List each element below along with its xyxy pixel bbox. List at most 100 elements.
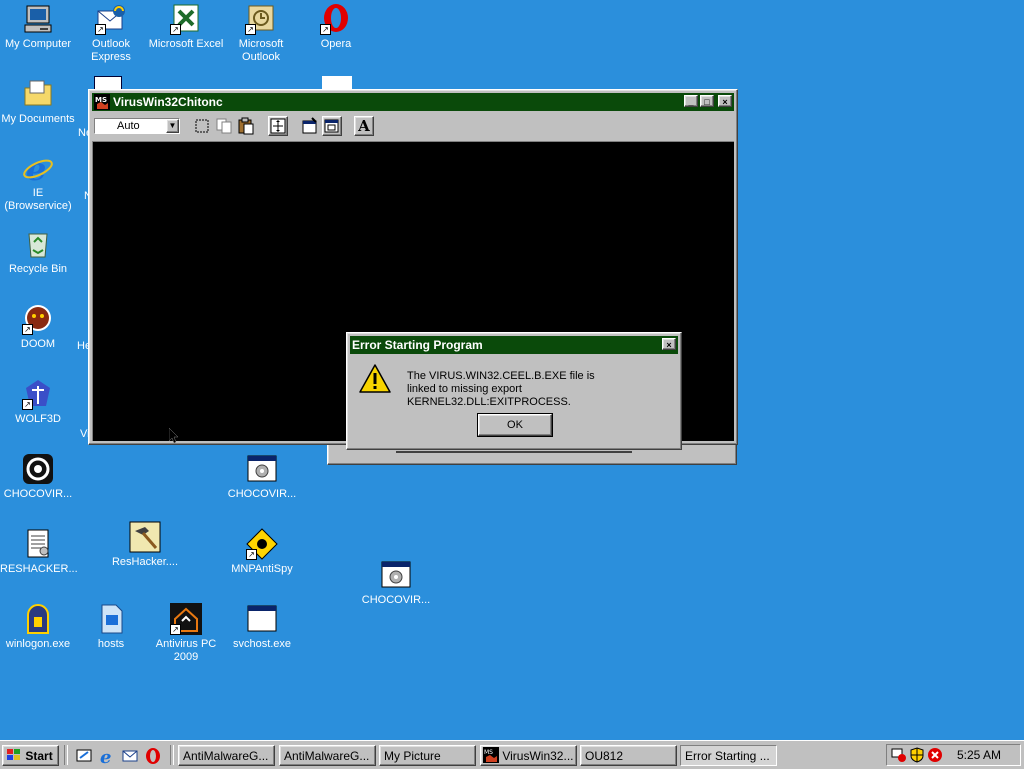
task-button-active[interactable]: Error Starting ...: [680, 745, 777, 766]
desktop-icon-doom[interactable]: ↗ DOOM: [0, 303, 76, 351]
desktop-icon-recycle-bin[interactable]: Recycle Bin: [0, 228, 76, 276]
copy-button[interactable]: [214, 116, 234, 136]
recycle-bin-icon: [22, 228, 54, 260]
paste-button[interactable]: [236, 116, 256, 136]
clock[interactable]: 5:25 AM: [957, 748, 1001, 762]
desktop-icon-label: Antivirus PC 2009: [155, 638, 217, 663]
properties-button[interactable]: [300, 116, 320, 136]
quicklaunch-outlook[interactable]: [121, 747, 139, 765]
task-label: My Picture: [384, 749, 441, 763]
desktop-icon-label: CHOCOVIR...: [361, 594, 431, 606]
tray-alert-icon[interactable]: [927, 747, 943, 763]
desktop-icon-chocovir-1[interactable]: CHOCOVIR...: [0, 453, 76, 501]
desktop-icon-antivirus-pc-2009[interactable]: ↗ Antivirus PC 2009: [148, 603, 224, 664]
close-icon: ×: [666, 340, 672, 350]
mark-button[interactable]: [192, 116, 212, 136]
taskbar: Start e AntiMalwareG... AntiMalwareG... …: [0, 740, 1024, 769]
task-button[interactable]: My Picture: [379, 745, 476, 766]
desktop-icon-label: Microsoft Outlook: [238, 38, 284, 63]
quicklaunch-opera[interactable]: [144, 747, 162, 765]
error-dialog[interactable]: Error Starting Program × The VIRUS.WIN32…: [346, 332, 682, 450]
opera-icon: [146, 748, 160, 764]
mouse-cursor-icon: [168, 427, 179, 444]
desktop-icon-label: My Computer: [4, 38, 72, 50]
desktop-icon-my-documents[interactable]: My Documents: [0, 78, 76, 126]
copy-icon: [216, 118, 232, 134]
tray-network-icon[interactable]: [891, 747, 907, 763]
folder-icon: [22, 78, 54, 110]
file-icon: [95, 603, 127, 635]
desktop-icon-mnpantispy[interactable]: ↗ MNPAntiSpy: [224, 528, 300, 576]
minimize-button[interactable]: _: [684, 95, 698, 107]
desktop-icon-reshacker-1[interactable]: RESHACKER...: [0, 528, 78, 576]
task-label: VirusWin32...: [502, 749, 574, 763]
shortcut-arrow-icon: ↗: [170, 24, 181, 35]
dialog-close-button[interactable]: ×: [662, 338, 676, 350]
task-label: Error Starting ...: [685, 749, 770, 763]
desktop-icon-label: Outlook Express: [91, 38, 131, 63]
shortcut-arrow-icon: ↗: [22, 324, 33, 335]
desktop-icon-wolf3d[interactable]: ↗ WOLF3D: [0, 378, 76, 426]
error-message-line1: The VIRUS.WIN32.CEEL.B.EXE file is: [407, 370, 595, 382]
task-button[interactable]: OU812: [580, 745, 677, 766]
opera-icon: ↗: [320, 3, 352, 35]
ms-dos-icon: MS: [483, 747, 499, 763]
desktop-icon-label: CHOCOVIR...: [3, 488, 73, 500]
svg-text:MS: MS: [484, 749, 493, 756]
mnpantispy-icon: ↗: [246, 528, 278, 560]
desktop-icon-chocovir-3[interactable]: CHOCOVIR...: [358, 559, 434, 607]
ms-dos-icon[interactable]: MS: [94, 94, 110, 110]
desktop-icon-microsoft-excel[interactable]: ↗ Microsoft Excel: [148, 3, 224, 51]
start-button[interactable]: Start: [2, 745, 59, 766]
tray-shield-icon[interactable]: [909, 747, 925, 763]
fullscreen-button[interactable]: [268, 116, 288, 136]
minimize-icon: _: [688, 97, 694, 107]
task-label: AntiMalwareG...: [183, 749, 269, 763]
desktop-icon-label: IE (Browservice): [4, 187, 72, 212]
desktop-icon-microsoft-outlook[interactable]: ↗ Microsoft Outlook: [223, 3, 299, 64]
font-size-select[interactable]: Auto ▼: [94, 118, 180, 134]
windows-logo-icon: [7, 749, 20, 760]
desktop-icon-label: RESHACKER...: [0, 563, 78, 575]
background-window-edge: [396, 451, 632, 453]
warning-icon: [359, 363, 391, 395]
error-dialog-titlebar[interactable]: Error Starting Program ×: [350, 336, 678, 354]
shortcut-arrow-icon: ↗: [246, 549, 257, 560]
outlook-express-icon: ↗: [95, 3, 127, 35]
desktop-icon-outlook-express[interactable]: ↗ Outlook Express: [73, 3, 149, 64]
desktop-icon-opera[interactable]: ↗ Opera: [298, 3, 374, 51]
task-button[interactable]: MS VirusWin32...: [480, 745, 577, 766]
wolf3d-icon: ↗: [22, 378, 54, 410]
chevron-down-icon[interactable]: ▼: [166, 119, 179, 133]
excel-icon: ↗: [170, 3, 202, 35]
font-button[interactable]: A: [354, 116, 374, 136]
ie-icon: e: [22, 150, 54, 188]
close-button[interactable]: ×: [718, 95, 732, 107]
desktop-icon-ie[interactable]: e IE (Browservice): [0, 150, 76, 213]
text-file-icon: [22, 528, 54, 560]
desktop-icon-my-computer[interactable]: My Computer: [0, 3, 76, 51]
task-label: OU812: [585, 749, 624, 763]
desktop-icon-hosts[interactable]: hosts: [73, 603, 149, 651]
desktop-icon-winlogon[interactable]: winlogon.exe: [0, 603, 76, 651]
background-button[interactable]: [322, 116, 342, 136]
desktop-icon-chocovir-2[interactable]: CHOCOVIR...: [224, 453, 300, 501]
maximize-button[interactable]: □: [700, 95, 714, 107]
outlook-icon: [122, 750, 138, 762]
ok-button[interactable]: OK: [477, 413, 553, 437]
task-button[interactable]: AntiMalwareG...: [279, 745, 376, 766]
task-button[interactable]: AntiMalwareG...: [178, 745, 275, 766]
maximize-icon: □: [704, 97, 710, 107]
console-title: VirusWin32Chitonc: [113, 95, 223, 109]
console-titlebar[interactable]: MS VirusWin32Chitonc _ □ ×: [92, 93, 734, 111]
error-message-line2: linked to missing export KERNEL32.DLL:EX…: [407, 383, 571, 408]
taskbar-divider: [64, 745, 68, 765]
desktop-icon-reshacker-2[interactable]: ResHacker....: [107, 521, 183, 569]
shortcut-arrow-icon: ↗: [22, 399, 33, 410]
desktop-icon-svchost[interactable]: svchost.exe: [224, 603, 300, 651]
quicklaunch-ie[interactable]: e: [98, 747, 116, 768]
blank-window-icon: [246, 603, 278, 635]
ok-button-face[interactable]: OK: [478, 414, 552, 436]
desktop-icon-label: winlogon.exe: [5, 638, 71, 650]
quicklaunch-desktop[interactable]: [75, 747, 93, 765]
